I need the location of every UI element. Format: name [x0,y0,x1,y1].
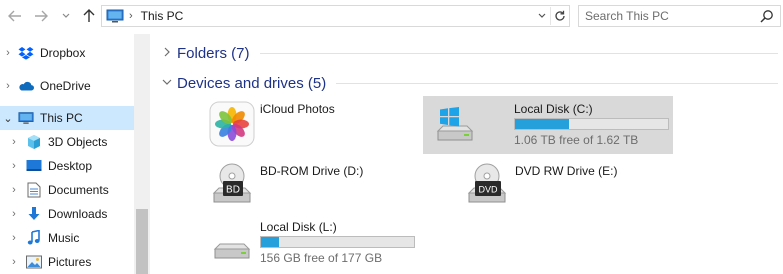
nav-item-label: Downloads [48,207,108,221]
nav-item-label: This PC [40,111,83,125]
music-icon [26,230,42,246]
documents-icon [26,182,42,198]
nav-item-label: Documents [48,183,109,197]
expand-chevron-icon[interactable]: › [3,80,13,92]
nav-item-music[interactable]: › Music [0,226,134,250]
search-box[interactable] [578,5,781,27]
nav-item-label: Pictures [48,255,92,269]
device-tile-local-disk-c[interactable]: Local Disk (C:) 1.06 TB free of 1.62 TB [423,96,673,154]
arrow-left-icon [8,10,21,22]
path-dropdown-button[interactable] [535,9,549,23]
forward-button[interactable] [30,6,52,26]
onedrive-icon [18,78,34,94]
nav-item-dropbox[interactable]: › Dropbox [0,41,134,65]
chevron-down-icon [538,13,546,18]
search-input[interactable] [585,9,755,23]
nav-item-documents[interactable]: › Documents [0,178,134,202]
nav-item-3d-objects[interactable]: › 3D Objects [0,130,134,154]
nav-item-pictures[interactable]: › Pictures [0,250,134,274]
drive-badge: DVD [478,185,498,195]
group-header-devices[interactable]: Devices and drives (5) [160,72,778,94]
nav-item-label: Music [48,231,80,245]
downloads-icon [26,206,42,222]
this-pc-icon [105,8,125,24]
capacity-bar-fill [261,237,280,247]
dropbox-icon [18,45,34,61]
device-tile-bd-rom-d[interactable]: BD BD-ROM Drive (D:) [200,158,400,216]
this-pc-icon [18,110,34,126]
collapse-chevron-icon[interactable] [160,77,174,89]
expand-chevron-icon[interactable] [160,47,174,60]
group-header-folders[interactable]: Folders (7) [160,42,778,64]
3d-objects-icon [26,134,42,150]
device-free-space: 1.06 TB free of 1.62 TB [514,133,639,147]
expand-chevron-icon[interactable]: › [3,47,13,59]
capacity-bar [260,236,415,248]
group-divider [259,52,778,54]
path-separator[interactable]: › [129,10,133,22]
expand-chevron-icon[interactable]: › [9,136,19,148]
expand-chevron-icon[interactable]: › [9,208,19,220]
up-button[interactable] [78,6,100,26]
arrow-up-icon [83,9,95,22]
navigation-pane: › Dropbox › OneDrive ⌄ This PC › 3D Obje… [0,34,150,274]
nav-scrollbar-thumb[interactable] [136,209,148,274]
path-segment-this-pc[interactable]: This PC [141,9,184,23]
device-name: iCloud Photos [260,102,335,116]
group-title: Folders (7) [177,44,250,62]
nav-item-this-pc[interactable]: ⌄ This PC [0,106,134,130]
expand-chevron-icon[interactable]: › [9,256,19,268]
nav-item-label: Desktop [48,159,93,173]
address-path-box[interactable]: › This PC [101,5,570,27]
chevron-down-icon [62,13,70,18]
group-divider [336,82,778,84]
content-pane: Folders (7) Devices and drives (5) iClou… [150,34,783,274]
device-tile-local-disk-l[interactable]: Local Disk (L:) 156 GB free of 177 GB [200,214,430,272]
recent-locations-button[interactable] [58,6,74,26]
device-name: Local Disk (C:) [514,102,593,116]
windows-drive-icon [431,100,479,148]
capacity-bar [514,118,669,130]
hard-drive-icon [208,218,256,266]
capacity-bar-fill [515,119,569,129]
expand-chevron-icon[interactable]: › [9,232,19,244]
nav-item-onedrive[interactable]: › OneDrive [0,74,134,98]
expand-chevron-icon[interactable]: › [9,184,19,196]
pictures-icon [26,254,42,270]
collapse-chevron-icon[interactable]: ⌄ [3,112,13,125]
arrow-right-icon [35,10,48,22]
device-name: BD-ROM Drive (D:) [260,164,364,178]
refresh-button[interactable] [550,7,568,25]
nav-item-label: Dropbox [40,46,86,60]
device-free-space: 156 GB free of 177 GB [260,251,383,265]
device-tile-dvd-rw-e[interactable]: DVD DVD RW Drive (E:) [455,158,655,216]
nav-item-downloads[interactable]: › Downloads [0,202,134,226]
device-name: DVD RW Drive (E:) [515,164,618,178]
icloud-photos-icon [208,100,256,148]
expand-chevron-icon[interactable]: › [9,160,19,172]
nav-item-label: OneDrive [40,79,91,93]
bd-drive-icon: BD [208,162,256,210]
device-tile-icloud-photos[interactable]: iCloud Photos [200,96,400,154]
device-name: Local Disk (L:) [260,220,337,234]
back-button[interactable] [4,6,26,26]
address-bar: › This PC [0,0,783,34]
desktop-icon [26,158,42,174]
group-title: Devices and drives (5) [177,74,327,92]
search-icon[interactable] [760,9,774,23]
drive-badge: BD [226,185,240,196]
nav-item-label: 3D Objects [48,135,108,149]
nav-item-desktop[interactable]: › Desktop [0,154,134,178]
refresh-icon [554,10,565,21]
dvd-drive-icon: DVD [463,162,511,210]
